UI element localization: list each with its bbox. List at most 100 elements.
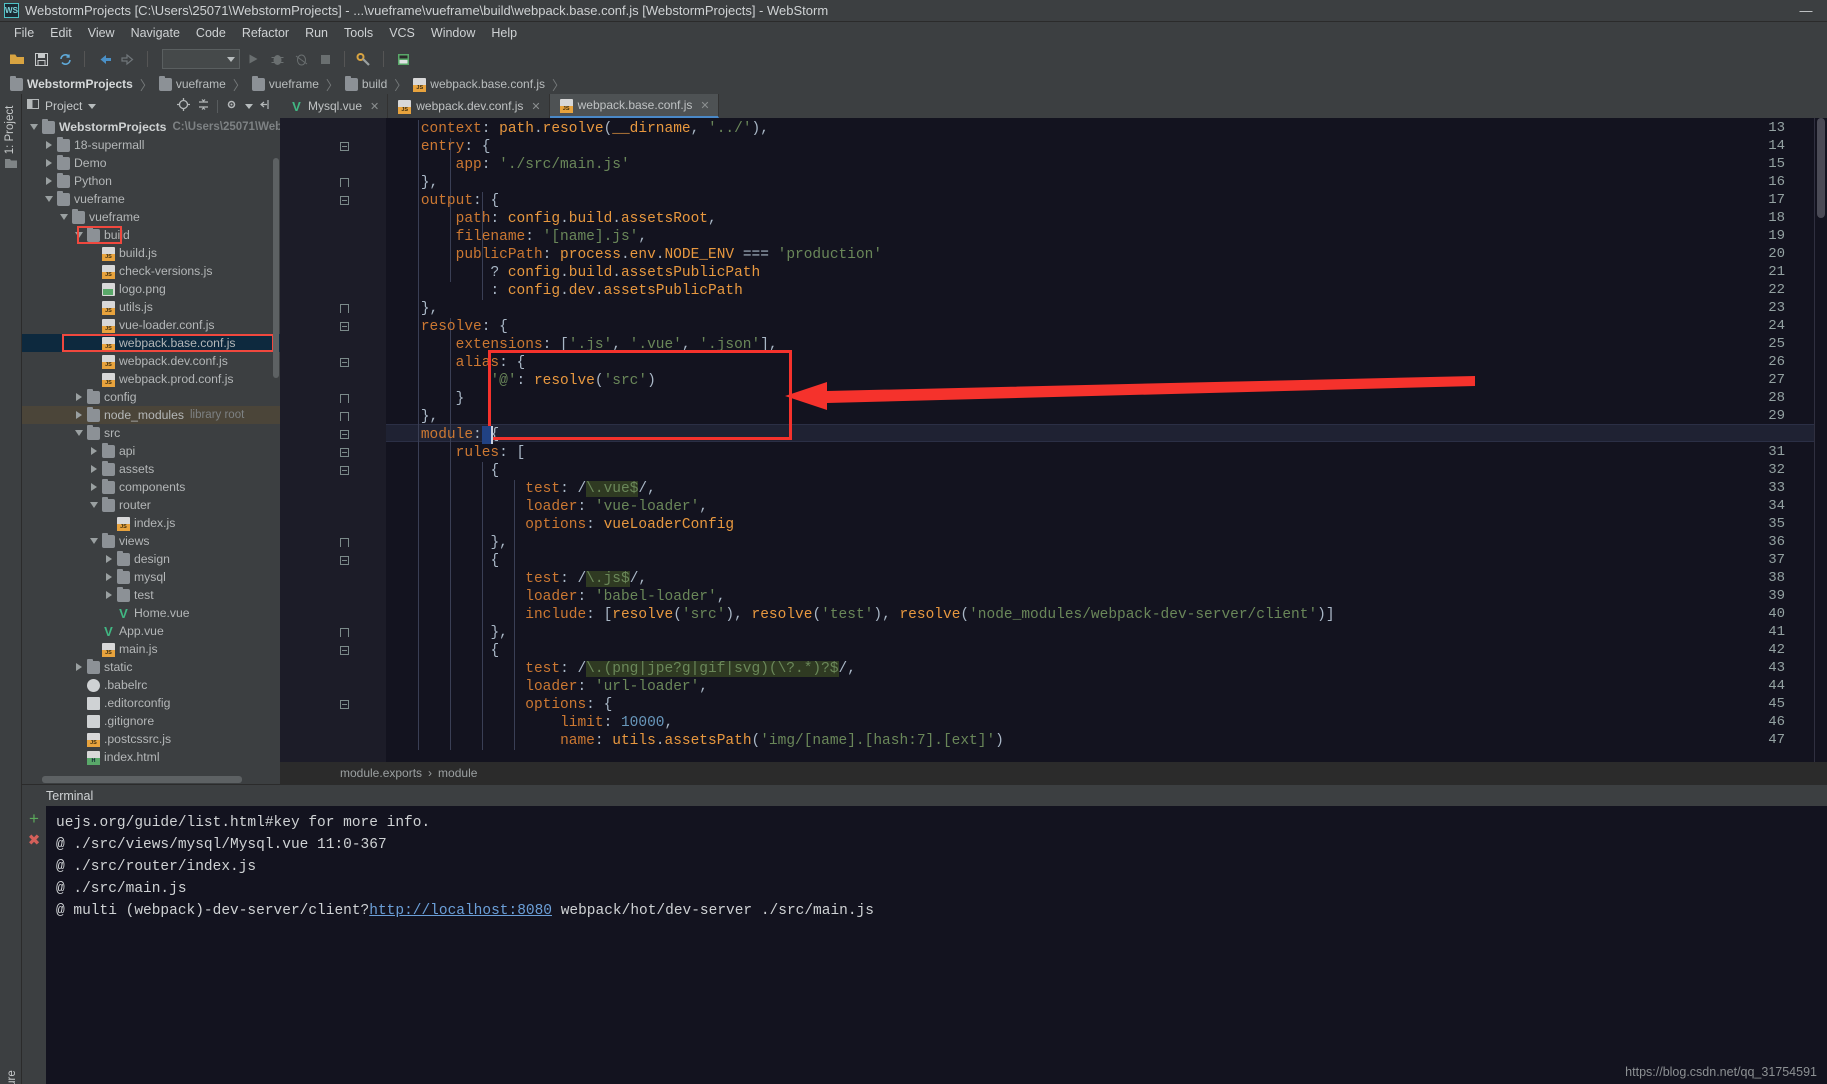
tree-item-views[interactable]: views <box>22 532 280 550</box>
tool-tab-structure[interactable]: 2: Structure <box>6 1066 18 1084</box>
code-line[interactable]: loader: 'vue-loader', <box>386 498 708 516</box>
save-all-icon[interactable] <box>30 48 52 70</box>
editor-tab-mysql-vue[interactable]: V Mysql.vue ✕ <box>280 94 389 118</box>
hide-panel-icon[interactable] <box>260 98 271 114</box>
chevron-right-icon[interactable] <box>43 139 55 151</box>
code-line[interactable]: test: /\.js$/, <box>386 570 647 588</box>
tree-item--postcssrc-js[interactable]: .postcssrc.js <box>22 730 280 748</box>
chevron-right-icon[interactable] <box>73 409 85 421</box>
tree-item-check-versions-js[interactable]: check-versions.js <box>22 262 280 280</box>
debug-icon[interactable] <box>266 48 288 70</box>
tree-item--babelrc[interactable]: .babelrc <box>22 676 280 694</box>
code-editor[interactable]: 1314151617181920212223242526272829303132… <box>280 118 1827 762</box>
breadcrumb-item-1[interactable]: vueframe <box>157 75 229 91</box>
tree-item-main-js[interactable]: main.js <box>22 640 280 658</box>
fold-marker-icon[interactable] <box>340 646 352 658</box>
code-line[interactable]: options: vueLoaderConfig <box>386 516 734 534</box>
code-line[interactable]: name: utils.assetsPath('img/[name].[hash… <box>386 732 1004 750</box>
tree-item-test[interactable]: test <box>22 586 280 604</box>
close-icon[interactable]: ✕ <box>531 100 540 113</box>
terminal-link[interactable]: http://localhost:8080 <box>369 903 552 919</box>
tree-item-router[interactable]: router <box>22 496 280 514</box>
fold-marker-icon[interactable] <box>340 538 352 550</box>
breadcrumb-item-0[interactable]: WebstormProjects <box>8 75 136 91</box>
code-line[interactable]: app: './src/main.js' <box>386 156 630 174</box>
code-line[interactable]: loader: 'url-loader', <box>386 678 708 696</box>
fold-marker-icon[interactable] <box>340 358 352 370</box>
menu-item-help[interactable]: Help <box>483 24 525 42</box>
tree-item-logo-png[interactable]: logo.png <box>22 280 280 298</box>
code-line[interactable]: publicPath: process.env.NODE_ENV === 'pr… <box>386 246 882 264</box>
chevron-down-icon[interactable] <box>88 535 100 547</box>
chevron-right-icon[interactable] <box>103 589 115 601</box>
menu-item-vcs[interactable]: VCS <box>381 24 423 42</box>
code-line[interactable]: resolve: { <box>386 318 508 336</box>
tree-item-webpack-base-conf-js[interactable]: webpack.base.conf.js <box>22 334 280 352</box>
code-line[interactable]: loader: 'babel-loader', <box>386 588 725 606</box>
terminal-output[interactable]: uejs.org/guide/list.html#key for more in… <box>46 806 1827 1084</box>
code-line[interactable]: test: /\.(png|jpe?g|gif|svg)(\?.*)?$/, <box>386 660 856 678</box>
code-line[interactable]: }, <box>386 408 438 426</box>
fold-marker-icon[interactable] <box>340 700 352 712</box>
code-line[interactable]: rules: [ <box>386 444 526 462</box>
menu-item-tools[interactable]: Tools <box>336 24 381 42</box>
editor-breadcrumb-item[interactable]: module <box>438 766 477 780</box>
tree-item-webstormprojects[interactable]: WebstormProjects C:\Users\25071\Webstorm <box>22 118 280 136</box>
close-icon[interactable]: ✕ <box>700 99 709 112</box>
tree-item-design[interactable]: design <box>22 550 280 568</box>
project-horizontal-scrollbar[interactable] <box>22 774 280 784</box>
fold-marker-icon[interactable] <box>340 448 352 460</box>
coverage-icon[interactable] <box>290 48 312 70</box>
menu-item-window[interactable]: Window <box>423 24 483 42</box>
tree-item-mysql[interactable]: mysql <box>22 568 280 586</box>
tree-item-utils-js[interactable]: utils.js <box>22 298 280 316</box>
fold-marker-icon[interactable] <box>340 628 352 640</box>
locate-target-icon[interactable] <box>177 98 190 114</box>
fold-marker-icon[interactable] <box>340 322 352 334</box>
menu-item-navigate[interactable]: Navigate <box>123 24 188 42</box>
code-line[interactable]: context: path.resolve(__dirname, '../'), <box>386 120 769 138</box>
gear-icon[interactable] <box>225 98 238 114</box>
sync-refresh-icon[interactable] <box>54 48 76 70</box>
tree-item-api[interactable]: api <box>22 442 280 460</box>
code-line[interactable]: test: /\.vue$/, <box>386 480 656 498</box>
code-line[interactable]: }, <box>386 300 438 318</box>
fold-marker-icon[interactable] <box>340 556 352 568</box>
tree-item-vue-loader-conf-js[interactable]: vue-loader.conf.js <box>22 316 280 334</box>
menu-item-code[interactable]: Code <box>188 24 234 42</box>
run-icon[interactable] <box>242 48 264 70</box>
tree-item-build-js[interactable]: build.js <box>22 244 280 262</box>
tree-item-static[interactable]: static <box>22 658 280 676</box>
collapse-all-icon[interactable] <box>197 98 210 114</box>
chevron-right-icon[interactable] <box>88 445 100 457</box>
code-line[interactable]: }, <box>386 534 507 552</box>
tree-item-config[interactable]: config <box>22 388 280 406</box>
chevron-right-icon[interactable] <box>103 571 115 583</box>
fold-marker-icon[interactable] <box>340 466 352 478</box>
chevron-down-icon[interactable] <box>43 193 55 205</box>
editor-vertical-scrollbar[interactable] <box>1815 118 1827 762</box>
tree-item-components[interactable]: components <box>22 478 280 496</box>
database-icon[interactable] <box>392 48 414 70</box>
code-line[interactable]: : config.dev.assetsPublicPath <box>386 282 742 300</box>
back-arrow-icon[interactable] <box>93 48 115 70</box>
fold-marker-icon[interactable] <box>340 142 352 154</box>
tree-item-vueframe[interactable]: vueframe <box>22 208 280 226</box>
fold-marker-icon[interactable] <box>340 196 352 208</box>
tool-tab-project[interactable]: 1: Project <box>4 102 16 158</box>
tree-item-index-js[interactable]: index.js <box>22 514 280 532</box>
code-line[interactable]: }, <box>386 174 438 192</box>
tree-item-node-modules[interactable]: node_modules library root <box>22 406 280 424</box>
chevron-down-icon[interactable] <box>28 121 40 133</box>
chevron-down-icon[interactable] <box>73 427 85 439</box>
chevron-down-icon[interactable] <box>88 499 100 511</box>
code-line[interactable]: { <box>386 462 499 480</box>
fold-marker-icon[interactable] <box>340 304 352 316</box>
breadcrumb-item-4[interactable]: webpack.base.conf.js <box>411 77 548 92</box>
editor-tab-webpack-dev-conf-js[interactable]: webpack.dev.conf.js ✕ <box>388 94 550 118</box>
code-line[interactable]: ? config.build.assetsPublicPath <box>386 264 760 282</box>
project-dropdown-icon[interactable] <box>88 103 97 109</box>
new-session-icon[interactable]: + <box>29 810 39 827</box>
gear-dropdown-icon[interactable] <box>245 103 253 109</box>
fold-marker-icon[interactable] <box>340 412 352 424</box>
